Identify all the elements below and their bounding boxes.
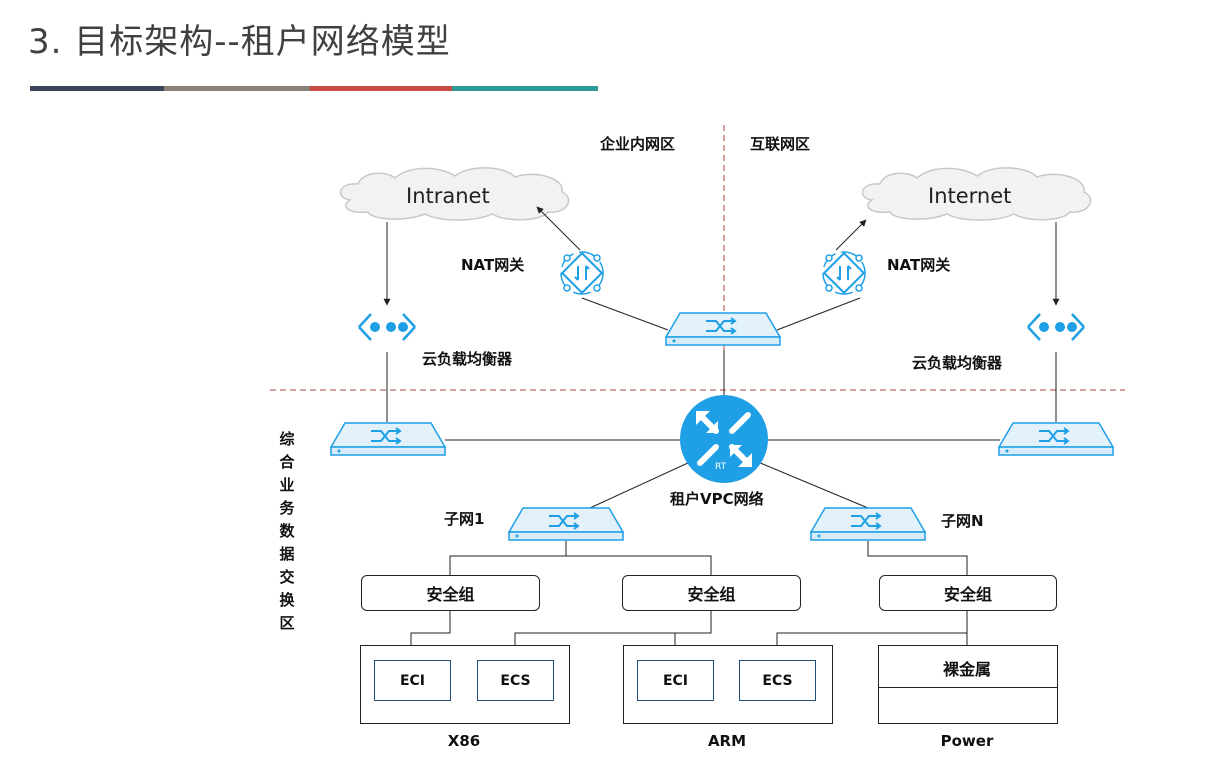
- internet-zone-label: 互联网区: [750, 135, 811, 153]
- load-balancer-left-label: 云负载均衡器: [422, 350, 513, 368]
- subnet-1-label: 子网1: [444, 510, 485, 528]
- arm-ecs-box: ECS: [739, 660, 816, 701]
- load-balancer-left-icon: [357, 312, 417, 342]
- subnet-1-switch-icon: [508, 507, 624, 541]
- intranet-cloud-label: Intranet: [406, 184, 490, 208]
- nat-gateway-left-icon: [560, 251, 604, 295]
- arm-eci-box: ECI: [637, 660, 714, 701]
- load-balancer-right-icon: [1026, 312, 1086, 342]
- subnet-n-switch-icon: [810, 507, 926, 541]
- x86-ecs-box: ECS: [477, 660, 554, 701]
- security-group-arm: 安全组: [622, 575, 801, 611]
- bare-metal-label: 裸金属: [942, 660, 991, 679]
- x86-label: X86: [447, 732, 481, 750]
- lb-switch-right-icon: [998, 422, 1114, 456]
- nat-gateway-right-label: NAT网关: [887, 256, 951, 274]
- internet-cloud-label: Internet: [928, 184, 1012, 208]
- x86-eci-box: ECI: [374, 660, 451, 701]
- exchange-zone-label: 综合业务数据交换区: [279, 430, 295, 632]
- subnet-n-label: 子网N: [941, 512, 984, 530]
- load-balancer-right-label: 云负载均衡器: [912, 354, 1003, 372]
- nat-gateway-right-icon: [822, 251, 866, 295]
- arm-label: ARM: [707, 732, 747, 750]
- nat-gateway-left-label: NAT网关: [461, 256, 525, 274]
- security-group-x86: 安全组: [361, 575, 540, 611]
- nat-switch-icon: [665, 312, 781, 346]
- lb-switch-left-icon: [330, 422, 446, 456]
- power-label: Power: [940, 732, 994, 750]
- intranet-zone-label: 企业内网区: [600, 135, 676, 153]
- vpc-label: 租户VPC网络: [670, 490, 764, 508]
- router-label: RT: [715, 462, 727, 472]
- security-group-power: 安全组: [879, 575, 1057, 611]
